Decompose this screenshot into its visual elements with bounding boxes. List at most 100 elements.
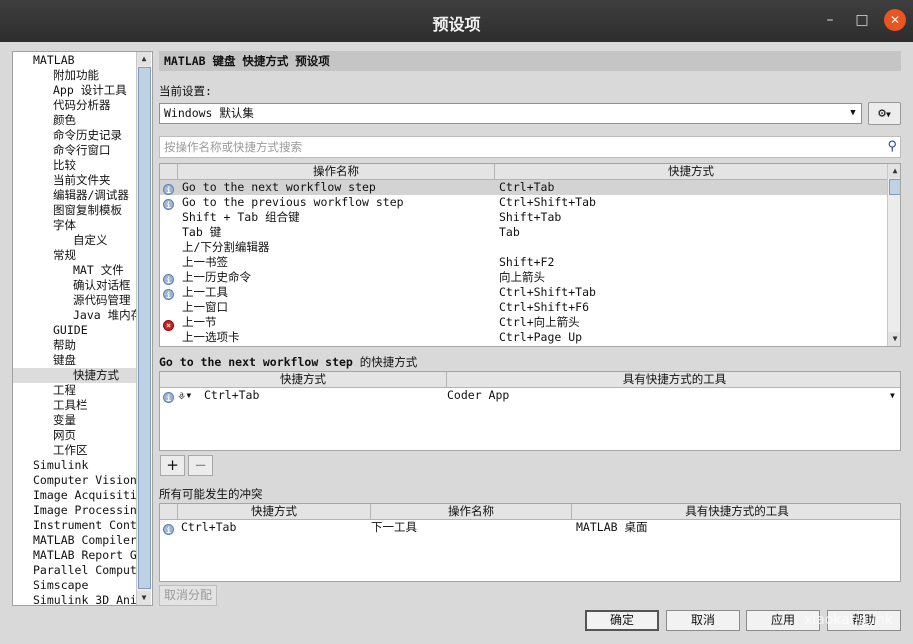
column-header-action[interactable]: 操作名称 <box>371 504 572 519</box>
info-icon: i <box>163 392 174 403</box>
maximize-icon[interactable]: □ <box>851 9 873 31</box>
conflicts-table-header: 快捷方式 操作名称 具有快捷方式的工具 <box>160 504 900 520</box>
close-icon[interactable]: ✕ <box>884 9 906 31</box>
tree-item[interactable]: 图窗复制模板 <box>13 203 136 218</box>
table-row[interactable]: Shift + Tab 组合键 Shift+Tab <box>160 210 887 225</box>
tree-item[interactable]: 确认对话框 <box>13 278 136 293</box>
tree-item[interactable]: Simulink <box>13 458 136 473</box>
table-row[interactable]: i 上一工具 Ctrl+Shift+Tab <box>160 285 887 300</box>
chevron-down-icon[interactable]: ▼ <box>890 388 900 403</box>
tree-item[interactable]: 颜色 <box>13 113 136 128</box>
column-header-tool[interactable]: 具有快捷方式的工具 <box>447 372 900 387</box>
table-row[interactable]: Tab 键 Tab <box>160 225 887 240</box>
remove-shortcut-button[interactable]: − <box>188 455 213 476</box>
scroll-thumb[interactable] <box>138 67 151 589</box>
info-icon: i <box>163 289 174 300</box>
scroll-up-icon[interactable]: ▲ <box>888 164 900 178</box>
conflicts-table[interactable]: 快捷方式 操作名称 具有快捷方式的工具 i Ctrl+Tab 下一工具 MATL… <box>159 503 901 582</box>
tree-item[interactable]: 常规 <box>13 248 136 263</box>
table-row[interactable]: 上/下分割编辑器 <box>160 240 887 255</box>
tree-item[interactable]: MATLAB Report Generator <box>13 548 136 563</box>
tree-item[interactable]: 字体 <box>13 218 136 233</box>
tree-item[interactable]: MATLAB <box>13 53 136 68</box>
search-icon[interactable]: ⚲ <box>887 139 897 155</box>
info-icon: i <box>163 524 174 535</box>
tree-item[interactable]: MAT 文件 <box>13 263 136 278</box>
tree-item[interactable]: App 设计工具 <box>13 83 136 98</box>
page-title: MATLAB 键盘 快捷方式 预设项 <box>159 51 901 71</box>
tree-item[interactable]: 命令行窗口 <box>13 143 136 158</box>
tree-item[interactable]: 变量 <box>13 413 136 428</box>
scroll-down-icon[interactable]: ▼ <box>137 591 151 605</box>
shortcut-table[interactable]: 快捷方式 具有快捷方式的工具 i ⎀▾ Ctrl+Tab Coder App ▼ <box>159 371 901 451</box>
action-name: 上一历史命令 <box>182 270 251 284</box>
conflict-row[interactable]: i Ctrl+Tab 下一工具 MATLAB 桌面 <box>160 520 900 535</box>
table-row[interactable]: i 上一历史命令 向上箭头 <box>160 270 887 285</box>
tree-item[interactable]: 附加功能 <box>13 68 136 83</box>
tree-item[interactable]: 帮助 <box>13 338 136 353</box>
action-name: 上一窗口 <box>182 300 228 314</box>
tree-items: MATLAB 附加功能 App 设计工具 代码分析器 颜色 命令历史记录 命令行窗口 比较 当前… <box>13 53 136 605</box>
tree-item[interactable]: 工程 <box>13 383 136 398</box>
tree-item[interactable]: 源代码管理 <box>13 293 136 308</box>
tree-item[interactable]: GUIDE <box>13 323 136 338</box>
tree-item[interactable]: 快捷方式 <box>13 368 136 383</box>
table-row[interactable]: i Go to the previous workflow step Ctrl+Sh… <box>160 195 887 210</box>
tree-item[interactable]: 键盘 <box>13 353 136 368</box>
column-header-shortcut[interactable]: 快捷方式 <box>160 372 447 387</box>
actions-table[interactable]: 操作名称 快捷方式 i Go to the next workflow step C… <box>159 163 901 347</box>
actions-scrollbar[interactable]: ▲ ▼ <box>887 164 900 346</box>
shortcut-section-title: Go to the next workflow step 的快捷方式 <box>159 354 417 370</box>
scroll-up-icon[interactable]: ▲ <box>137 52 151 66</box>
shortcut-name: Shift+F2 <box>499 255 555 269</box>
shortcut-row[interactable]: i ⎀▾ Ctrl+Tab Coder App ▼ <box>160 388 900 403</box>
column-header-shortcut[interactable]: 快捷方式 <box>495 164 887 179</box>
tree-item[interactable]: 代码分析器 <box>13 98 136 113</box>
column-header-action[interactable]: 操作名称 <box>178 164 495 179</box>
tree-item[interactable]: Simscape <box>13 578 136 593</box>
scroll-thumb[interactable] <box>889 179 900 195</box>
tree-item[interactable]: 当前文件夹 <box>13 173 136 188</box>
tree-item[interactable]: Java 堆内存 <box>13 308 136 323</box>
tree-item[interactable]: Image Acquisition Toolbox <box>13 488 136 503</box>
tree-item[interactable]: Instrument Control Toolbox <box>13 518 136 533</box>
preferences-tree[interactable]: MATLAB 附加功能 App 设计工具 代码分析器 颜色 命令历史记录 命令行窗口 比较 当前… <box>12 51 153 606</box>
table-row[interactable]: 上一选项卡 Ctrl+Page Up <box>160 330 887 345</box>
tree-item[interactable]: 比较 <box>13 158 136 173</box>
shortcut-name: Ctrl+Shift+F6 <box>499 300 590 314</box>
conflict-tool: MATLAB 桌面 <box>576 520 648 534</box>
tree-item[interactable]: Image Processing Toolbox <box>13 503 136 518</box>
column-header-shortcut[interactable]: 快捷方式 <box>178 504 371 519</box>
tree-item[interactable]: 网页 <box>13 428 136 443</box>
tool-value[interactable]: Coder App <box>447 388 867 403</box>
ok-button[interactable]: 确定 <box>585 610 659 631</box>
tree-item[interactable]: 命令历史记录 <box>13 128 136 143</box>
tree-item[interactable]: 自定义 <box>13 233 136 248</box>
scroll-down-icon[interactable]: ▼ <box>888 332 900 346</box>
mouse-icon[interactable]: ⎀▾ <box>178 388 202 403</box>
table-row[interactable]: 上一书签 Shift+F2 <box>160 255 887 270</box>
tree-item[interactable]: Simulink 3D Animation <box>13 593 136 605</box>
tree-item[interactable]: 编辑器/调试器 <box>13 188 136 203</box>
cancel-button[interactable]: 取消 <box>666 610 740 631</box>
gear-menu-button[interactable]: ⚙▼ <box>868 102 901 125</box>
minimize-icon[interactable]: – <box>819 9 841 31</box>
action-name: Go to the previous workflow step <box>182 195 404 209</box>
table-row[interactable]: × 上一节 Ctrl+向上箭头 <box>160 315 887 331</box>
tree-item[interactable]: MATLAB Compiler <box>13 533 136 548</box>
unassign-button[interactable]: 取消分配 <box>159 585 217 606</box>
table-row[interactable]: i Go to the next workflow step Ctrl+Tab <box>160 180 887 195</box>
table-row[interactable]: 上一窗口 Ctrl+Shift+F6 <box>160 300 887 315</box>
column-header-tool[interactable]: 具有快捷方式的工具 <box>572 504 900 519</box>
tree-item[interactable]: Computer Vision Toolbox <box>13 473 136 488</box>
keyboard-set-select[interactable]: Windows 默认集 ▼ <box>159 103 862 124</box>
tree-item[interactable]: 工具栏 <box>13 398 136 413</box>
search-input[interactable]: 按操作名称或快捷方式搜索 ⚲ <box>159 136 901 158</box>
shortcut-value[interactable]: Ctrl+Tab <box>204 388 434 403</box>
tree-scrollbar[interactable]: ▲ ▼ <box>136 52 151 605</box>
shortcut-name <box>499 240 884 255</box>
tree-item[interactable]: Parallel Computing Toolbox <box>13 563 136 578</box>
action-name: 上一节 <box>182 315 217 329</box>
tree-item[interactable]: 工作区 <box>13 443 136 458</box>
add-shortcut-button[interactable]: + <box>160 455 185 476</box>
